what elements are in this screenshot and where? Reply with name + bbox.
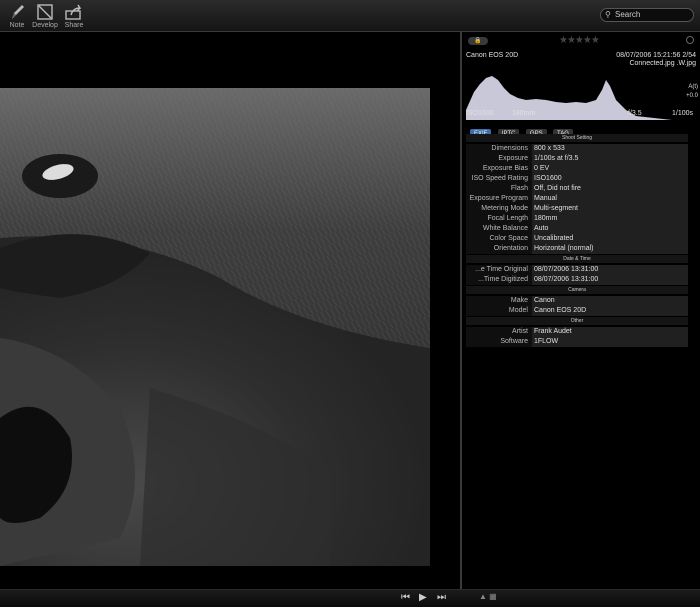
capture-datetime: 08/07/2006 15:21:56 2/54 (616, 52, 696, 59)
table-row: Make Canon (466, 296, 688, 306)
section-other: Other (466, 317, 688, 325)
table-row: ...Time Digitized 08/07/2006 13:31:00 (466, 275, 688, 285)
auto-toggle[interactable]: A(t) (688, 84, 698, 90)
shutter-info: 1/100s (672, 110, 694, 117)
photo-image[interactable] (0, 88, 430, 566)
search-placeholder: Search (615, 10, 641, 19)
camera-model: Canon EOS 20D (466, 52, 519, 59)
exposure-value: +0.0 (686, 93, 698, 99)
image-viewer[interactable] (0, 32, 460, 589)
toolbar: Note Develop Share ⚲ Search (0, 0, 700, 32)
file-name: Connected.jpg .W.jpg (629, 60, 696, 67)
exif-table: Shoot Setting Dimensions 800 x 533 Exposu… (466, 133, 688, 347)
share-label: Share (64, 22, 84, 29)
rating-stars[interactable]: ★★★★★ (559, 35, 600, 46)
iso-info: ISO1600 (466, 110, 494, 117)
section-camera: Camera (466, 286, 688, 294)
table-row: White Balance Auto (466, 224, 688, 234)
table-row: Exposure Program Manual (466, 194, 688, 204)
table-row: ISO Speed Rating ISO1600 (466, 174, 688, 184)
table-row: Orientation Horizontal (normal) (466, 244, 688, 254)
play-icon[interactable]: ▶ (419, 592, 427, 603)
table-row: Color Space Uncalibrated (466, 234, 688, 244)
skip-forward-icon[interactable]: ⏭ (437, 592, 446, 603)
table-row: Exposure Bias 0 EV (466, 164, 688, 174)
focal-info: 180mm (512, 110, 536, 117)
aperture-info: f/3.5 (628, 110, 642, 117)
table-row: Software 1FLOW (466, 337, 688, 347)
table-row: Exposure 1/100s at f/3.5 (466, 154, 688, 164)
lock-small-icon[interactable]: ▲ (479, 592, 487, 601)
settings-icon[interactable] (686, 36, 694, 44)
inspector-panel: 🔒 ★★★★★ Canon EOS 20D 08/07/2006 15:21:5… (462, 32, 700, 589)
grid-icon[interactable]: ▦ (489, 592, 497, 601)
share-tool[interactable]: Share (57, 3, 91, 29)
search-icon: ⚲ (605, 10, 611, 19)
table-row: ...e Time Original 08/07/2006 13:31:00 (466, 265, 688, 275)
panel-bottom-icons: ▲ ▦ (479, 592, 497, 601)
table-row: Model Canon EOS 20D (466, 306, 688, 316)
skip-back-icon[interactable]: ⏮ (401, 592, 410, 603)
table-row: Artist Frank Audet (466, 327, 688, 337)
section-date-time: Date & Time (466, 255, 688, 263)
section-shoot-setting: Shoot Setting (466, 134, 688, 142)
table-row: Dimensions 800 x 533 (466, 144, 688, 154)
search-input[interactable]: ⚲ Search (600, 8, 694, 22)
table-row: Focal Length 180mm (466, 214, 688, 224)
share-icon (65, 4, 82, 20)
playback-bar: ⏮ ▶ ⏭ (0, 589, 700, 607)
table-row: Metering Mode Multi-segment (466, 204, 688, 214)
gorilla-photo (0, 88, 430, 566)
lock-icon[interactable]: 🔒 (468, 37, 488, 45)
table-row: Flash Off, Did not fire (466, 184, 688, 194)
